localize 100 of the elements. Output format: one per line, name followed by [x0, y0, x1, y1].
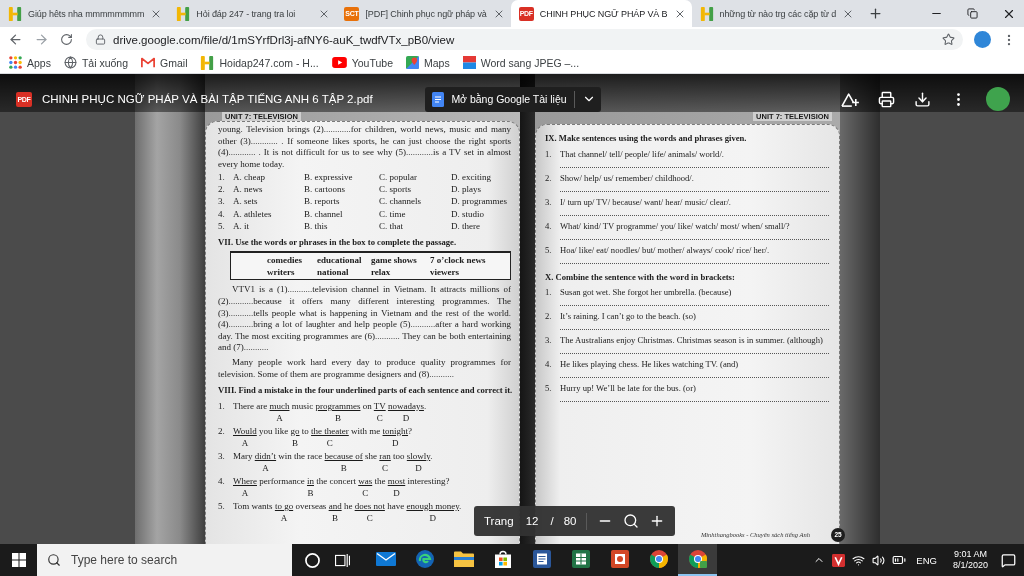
back-icon[interactable]	[8, 32, 23, 47]
answer-option: B. channel	[304, 208, 379, 221]
option-letter: D	[391, 436, 400, 449]
h-logo-icon	[200, 55, 215, 70]
word-option: national	[317, 266, 371, 279]
exercise-sentence: Mary didn’t win the race because of she ran too slowly.	[233, 449, 434, 462]
answer-option: D. there	[451, 220, 511, 233]
option-letter: A	[280, 511, 288, 524]
exercise-sentence: There are much music programmes on TV nowadays.	[233, 399, 428, 412]
ring-icon[interactable]	[304, 552, 320, 568]
answer-option: A. news	[233, 184, 304, 196]
word-option: comedies	[267, 254, 317, 267]
option-letter: D	[392, 486, 401, 499]
taskbar-app-button[interactable]	[678, 544, 717, 576]
clock-date[interactable]: 8/1/2020	[952, 560, 988, 571]
bookmark-link[interactable]: Tải xuống	[63, 56, 129, 69]
passage-text: VTV1 is a (1)...........television channel in Vietnam. It attracts millions of (2)...........because it offers many different interesting programmes. The (3)...........tells people what is happening in Vietnam and the rest of the world. (4)...........bring a lot of laughter and help people (5)...........after a hard working day. The most exciting programmes are (6)........... They can be both entertaining and (7)...........	[218, 284, 511, 354]
answer-option: B. this	[304, 220, 379, 233]
answer-option: D. studio	[451, 208, 511, 221]
item-number: 2.	[218, 424, 226, 438]
word-option: 7 o’clock news	[430, 254, 510, 267]
section-heading: IX. Make sentences using the words and phrases given.	[545, 133, 748, 145]
plus-icon[interactable]	[868, 6, 884, 21]
slide-tile-icon	[610, 550, 629, 568]
page-separator: /	[550, 515, 554, 527]
download-icon[interactable]	[914, 90, 931, 108]
clock-time[interactable]: 9:01 AM	[953, 549, 987, 560]
word-option: viewers	[430, 266, 510, 279]
round-logo-badge-icon	[688, 550, 707, 568]
bookmark-link[interactable]: Maps	[405, 56, 450, 69]
option-letter: C	[325, 436, 334, 449]
triangle-plus-icon[interactable]	[841, 91, 859, 107]
bookmark-link[interactable]: Gmail	[141, 56, 188, 69]
answer-option: C. time	[379, 208, 451, 221]
answer-option: C. popular	[379, 171, 451, 184]
envelope-icon	[375, 552, 396, 566]
battery-icon[interactable]	[892, 553, 907, 567]
address-field[interactable]: drive.google.com/file/d/1mSYrfDrl3j-afNY6-auK_twdfVTx_pB0/view	[86, 29, 963, 50]
round-logo-icon	[649, 550, 668, 568]
answer-option: D. exciting	[451, 171, 511, 184]
item-number: 5.	[545, 382, 553, 395]
avatar-icon[interactable]	[974, 31, 991, 48]
answer-option: A. cheap	[233, 171, 304, 184]
exercise-sentence: I/ turn up/ TV/ because/ want/ hear/ music/ clear/.	[560, 195, 732, 208]
page-label: Trang	[484, 515, 514, 527]
document-icon	[432, 91, 445, 107]
browser-tab[interactable]: Giúp hêts nha mmmmmmmm	[0, 0, 169, 27]
item-number: 4.	[218, 208, 226, 221]
v-tile-icon[interactable]	[832, 553, 846, 567]
exercise-sentence: The Australians enjoy Christmas. Christmas season is in summer. (although)	[560, 334, 824, 347]
item-number: 3.	[218, 196, 226, 208]
browser-tab[interactable]: Hỏi đáp 247 - trang tra loi	[168, 0, 337, 27]
option-letter: B	[291, 436, 299, 449]
word-option: educational	[317, 254, 371, 267]
answer-option: A. it	[233, 220, 304, 233]
exercise-sentence: Show/ help/ us/ remember/ childhood/.	[560, 171, 695, 184]
forward-icon[interactable]	[34, 32, 49, 47]
exercise-sentence: Would you like go to the theater with me tonight?	[233, 424, 414, 437]
avatar-icon[interactable]	[986, 87, 1010, 111]
bookmark-link[interactable]: Word sang JPEG –...	[462, 56, 580, 69]
exercise-sentence: That channel/ tell/ people/ life/ animals/ world/.	[560, 147, 725, 160]
reload-icon[interactable]	[60, 33, 73, 46]
star-icon[interactable]	[942, 33, 955, 46]
bookmark-link[interactable]: Apps	[9, 56, 51, 69]
four-panes-icon[interactable]	[11, 553, 26, 567]
exercise-sentence: Susan got wet. She forgot her umbrella. (because)	[560, 286, 733, 299]
bookmark-link[interactable]: YouTube	[331, 56, 393, 69]
volume-icon[interactable]	[872, 553, 886, 567]
page-number-field[interactable]: 12	[523, 515, 541, 527]
print-icon[interactable]	[878, 90, 895, 108]
answer-option: D. programmes	[451, 196, 511, 208]
bookmark-link[interactable]: Hoidap247.com - H...	[200, 55, 319, 70]
notification-icon[interactable]	[1001, 552, 1016, 568]
apps-grid-icon	[9, 56, 22, 69]
restore-icon[interactable]	[967, 8, 978, 19]
search-field[interactable]: Type here to search	[37, 544, 292, 576]
option-letter: A	[241, 486, 249, 499]
language-indicator[interactable]: ENG	[916, 554, 937, 566]
exercise-sentence: It’s raining. I can’t go to the beach. (so)	[560, 310, 697, 323]
task-view-icon[interactable]	[334, 552, 350, 568]
item-number: 2.	[218, 184, 226, 196]
answer-option: B. expressive	[304, 171, 379, 184]
file-tile-icon	[462, 56, 476, 69]
wifi-icon[interactable]	[852, 553, 866, 567]
item-number: 4.	[545, 358, 553, 371]
item-number: 3.	[545, 334, 553, 347]
answer-option: A. sets	[233, 196, 304, 208]
option-letter: B	[334, 411, 342, 424]
browser-tab[interactable]: những từ nào trg các cặp từ d	[691, 0, 861, 27]
answer-option: A. athletes	[233, 208, 304, 221]
section-heading: VII. Use the words or phrases in the box to complete the passage.	[218, 236, 458, 249]
option-letter: C	[375, 411, 384, 424]
answer-option: C. that	[379, 220, 451, 233]
open-with-button[interactable]: Mở bằng Google Tài liệu	[425, 86, 601, 112]
magnifier-icon[interactable]	[623, 513, 640, 529]
exercise-sentence: Hurry up! We’ll be late for the bus. (or)	[560, 382, 697, 395]
item-number: 3.	[545, 195, 553, 208]
h-logo-icon	[699, 6, 714, 21]
section-heading: X. Combine the sentence with the word in brackets:	[545, 271, 736, 284]
answer-option: B. reports	[304, 196, 379, 208]
